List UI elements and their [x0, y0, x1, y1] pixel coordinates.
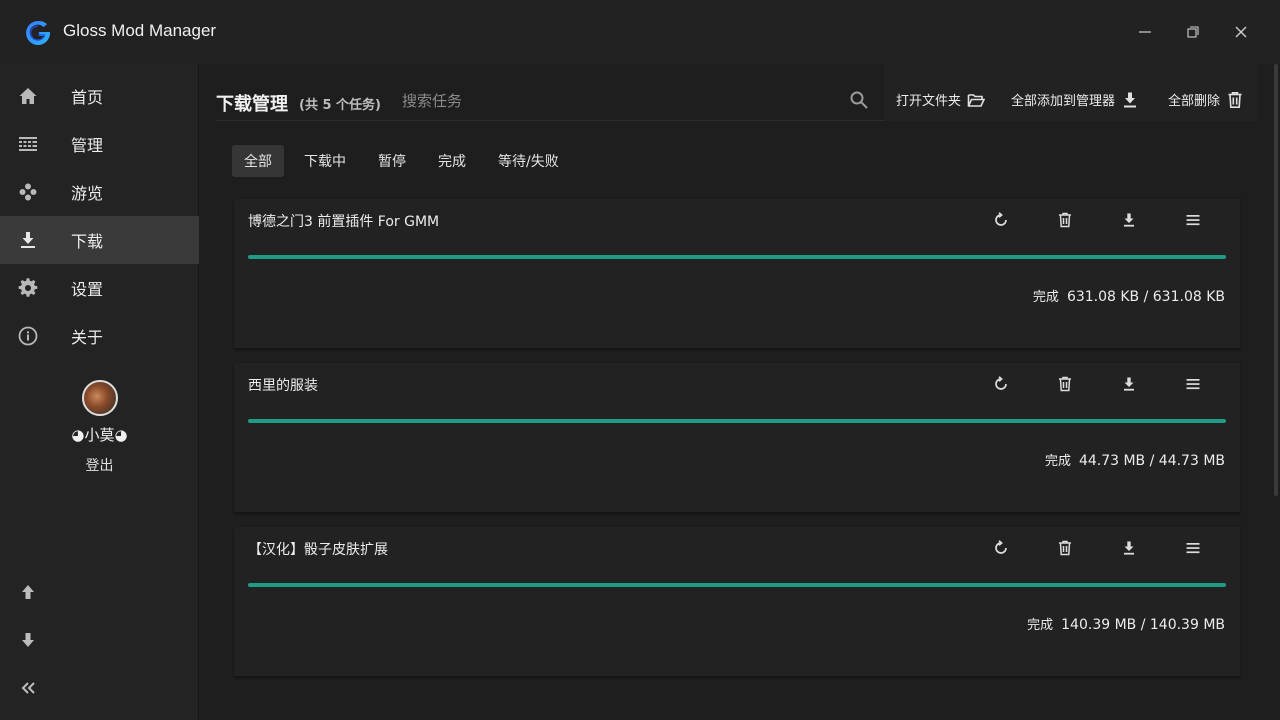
collapse-icon[interactable] [18, 678, 38, 698]
sidebar-item-home[interactable]: 首页 [0, 72, 199, 120]
trash-icon[interactable] [1054, 373, 1076, 395]
search-input[interactable] [402, 88, 602, 114]
user-panel: ◕小莫◕ 登出 [0, 380, 199, 475]
install-to-manager-icon[interactable] [1118, 537, 1140, 559]
avatar[interactable] [81, 380, 118, 416]
maximize-icon [1187, 26, 1199, 38]
main-content: 下载管理 (共 5 个任务) 打开文件夹 全部添加到管理器 全部删除 全部 下载… [200, 64, 1280, 720]
sidebar-item-download[interactable]: 下载 [0, 216, 199, 264]
sidebar-item-settings[interactable]: 设置 [0, 264, 199, 312]
progress-fill [248, 255, 1226, 259]
title-bar: Gloss Mod Manager [0, 0, 1280, 64]
status-badge: 完成 [1032, 290, 1059, 305]
retry-icon[interactable] [990, 537, 1012, 559]
open-folder-button[interactable]: 打开文件夹 [896, 90, 986, 109]
home-icon [18, 86, 38, 106]
menu-icon[interactable] [1182, 373, 1204, 395]
minimize-icon [1139, 31, 1151, 33]
menu-icon[interactable] [1182, 209, 1204, 231]
progress-bar [248, 419, 1226, 423]
gloss-g-logo-icon [26, 20, 50, 45]
arrow-down-icon[interactable] [18, 630, 38, 650]
task-name: 西里的服装 [248, 378, 318, 394]
tab-paused[interactable]: 暂停 [366, 145, 418, 177]
task-size: 631.08 KB / 631.08 KB [1066, 289, 1225, 305]
download-header: 下载管理 (共 5 个任务) 打开文件夹 全部添加到管理器 全部删除 [216, 64, 1257, 121]
maximize-button[interactable] [1181, 20, 1205, 44]
trash-icon [1226, 91, 1244, 109]
retry-icon[interactable] [990, 373, 1012, 395]
status-badge: 完成 [1027, 618, 1054, 633]
task-status: 完成 44.73 MB / 44.73 MB [1045, 450, 1225, 469]
task-name: 博德之门3 前置插件 For GMM [248, 214, 440, 230]
sidebar-item-label: 下载 [71, 232, 104, 251]
main-scrollbar[interactable] [1274, 64, 1278, 496]
open-folder-label: 打开文件夹 [896, 94, 962, 109]
sidebar-item-label: 首页 [71, 88, 104, 107]
add-all-label: 全部添加到管理器 [1011, 94, 1116, 109]
grid-list-icon [18, 134, 38, 154]
search-icon[interactable] [849, 90, 869, 110]
sidebar-item-label: 游览 [71, 184, 104, 203]
progress-fill [248, 419, 1226, 423]
task-size: 140.39 MB / 140.39 MB [1061, 617, 1225, 633]
delete-all-button[interactable]: 全部删除 [1168, 90, 1244, 109]
logout-button[interactable]: 登出 [0, 455, 199, 475]
task-name: 【汉化】骰子皮肤扩展 [248, 542, 388, 558]
filter-tabs: 全部 下载中 暂停 完成 等待/失败 [232, 145, 579, 177]
tab-waiting-failed[interactable]: 等待/失败 [486, 145, 571, 177]
minimize-button[interactable] [1133, 20, 1157, 44]
sidebar-item-manage[interactable]: 管理 [0, 120, 199, 168]
gamepad-icon [18, 182, 38, 202]
sidebar-item-about[interactable]: 关于 [0, 312, 199, 360]
arrow-up-icon[interactable] [18, 582, 38, 602]
download-task-card: 博德之门3 前置插件 For GMM 完成 631.08 KB / 631.08 … [234, 199, 1240, 349]
progress-fill [248, 583, 1226, 587]
retry-icon[interactable] [990, 209, 1012, 231]
download-task-card: 【汉化】骰子皮肤扩展 完成 140.39 MB / 140.39 MB [234, 527, 1240, 677]
tab-downloading[interactable]: 下载中 [292, 145, 358, 177]
progress-bar [248, 583, 1226, 587]
close-button[interactable] [1229, 20, 1253, 44]
close-icon [1235, 26, 1247, 38]
add-all-to-manager-button[interactable]: 全部添加到管理器 [1011, 90, 1139, 109]
task-count: (共 5 个任务) [299, 98, 381, 113]
delete-all-label: 全部删除 [1168, 94, 1221, 109]
sidebar: 首页 管理 游览 下载 设置 关于 ◕小莫◕ 登出 [0, 64, 199, 720]
status-badge: 完成 [1044, 454, 1071, 469]
install-to-manager-icon[interactable] [1118, 373, 1140, 395]
download-icon [18, 230, 38, 250]
trash-icon[interactable] [1054, 209, 1076, 231]
task-status: 完成 140.39 MB / 140.39 MB [1027, 614, 1225, 633]
sidebar-item-browse[interactable]: 游览 [0, 168, 199, 216]
user-name: ◕小莫◕ [71, 426, 128, 444]
progress-bar [248, 255, 1226, 259]
task-size: 44.73 MB / 44.73 MB [1078, 453, 1225, 469]
download-icon [1121, 91, 1139, 109]
app-title: Gloss Mod Manager [63, 21, 217, 40]
sidebar-item-label: 管理 [71, 136, 104, 155]
tab-all[interactable]: 全部 [232, 145, 284, 177]
page-title: 下载管理 [216, 94, 288, 115]
tab-completed[interactable]: 完成 [426, 145, 478, 177]
task-status: 完成 631.08 KB / 631.08 KB [1033, 286, 1225, 305]
sidebar-item-label: 关于 [71, 328, 104, 347]
install-to-manager-icon[interactable] [1118, 209, 1140, 231]
download-task-card: 西里的服装 完成 44.73 MB / 44.73 MB [234, 363, 1240, 513]
sidebar-item-label: 设置 [71, 280, 104, 299]
gear-icon [18, 278, 38, 298]
menu-icon[interactable] [1182, 537, 1204, 559]
trash-icon[interactable] [1054, 537, 1076, 559]
folder-open-icon [967, 91, 986, 109]
info-icon [18, 326, 38, 346]
